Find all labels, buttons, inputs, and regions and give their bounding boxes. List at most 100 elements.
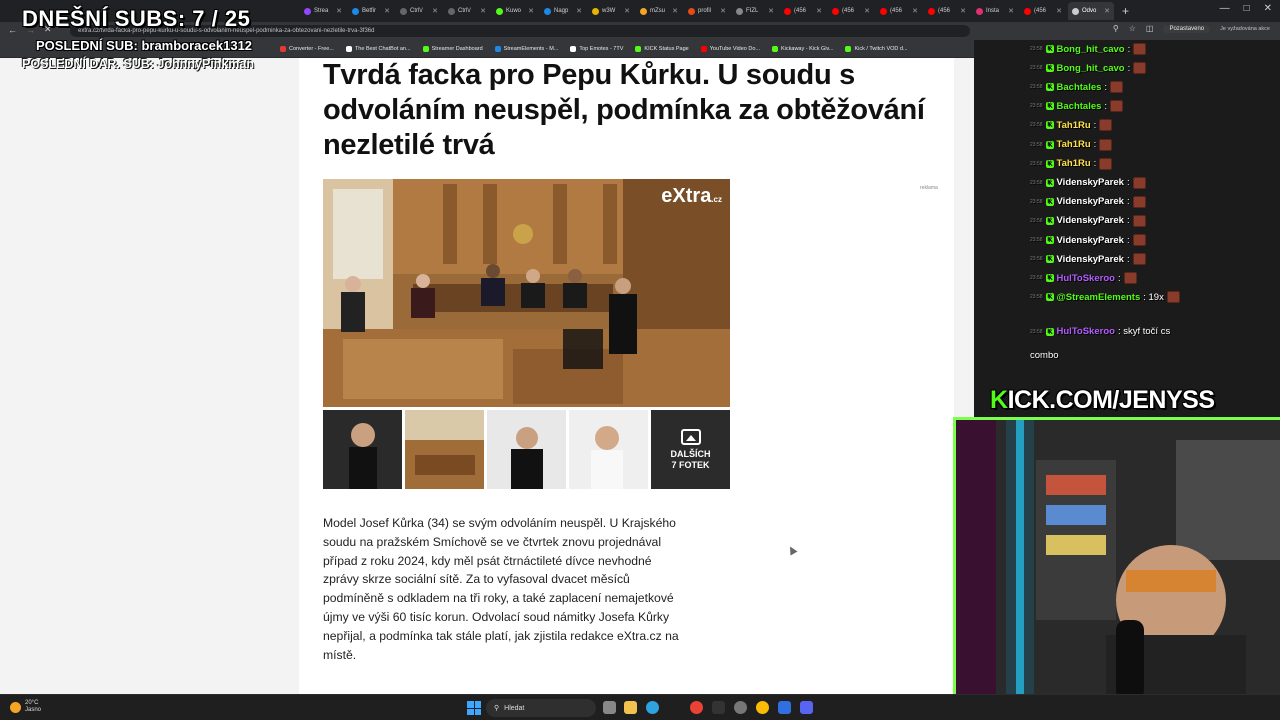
gallery-thumb[interactable] [323, 410, 402, 489]
browser-tab[interactable]: (456 ✕ [828, 2, 874, 20]
tab-close-icon[interactable]: ✕ [672, 7, 678, 15]
back-icon[interactable]: ← [8, 25, 17, 35]
profile-button[interactable]: Pozastaveno [1163, 24, 1211, 33]
tab-close-icon[interactable]: ✕ [1056, 7, 1062, 15]
gallery-thumb[interactable] [569, 410, 648, 489]
tab-close-icon[interactable]: ✕ [432, 7, 438, 15]
chat-username[interactable]: Bong_hit_cavo [1057, 63, 1125, 74]
browser-tab[interactable]: mZsu ✕ [636, 2, 682, 20]
app-icon[interactable] [778, 701, 791, 714]
tab-favicon-icon [400, 7, 407, 15]
edge-icon[interactable] [646, 701, 659, 714]
chat-username[interactable]: Tah1Ru [1057, 139, 1091, 150]
chrome-icon[interactable] [690, 701, 703, 714]
chat-username[interactable]: VidenskyParek [1057, 196, 1124, 207]
sun-icon [10, 701, 21, 713]
bookmark-item[interactable]: Top Emotes - 7TV [570, 45, 623, 52]
article-headline: Tvrdá facka pro Pepu Kůrku. U soudu s od… [323, 59, 925, 161]
tab-close-icon[interactable]: ✕ [336, 7, 342, 15]
gallery-thumb[interactable] [405, 410, 484, 489]
chat-username[interactable]: Bachtales [1057, 82, 1102, 93]
gallery-photo-2 [405, 410, 484, 489]
kick-badge-icon: K [1045, 255, 1054, 264]
windows-start-icon[interactable] [467, 701, 481, 715]
chat-text: : [1126, 177, 1130, 189]
chat-username[interactable]: VidenskyParek [1057, 177, 1124, 188]
chat-username[interactable]: Bong_hit_cavo [1057, 44, 1125, 55]
browser-tab[interactable]: Ctrl\/ ✕ [396, 2, 442, 20]
tab-label: (456 [938, 8, 951, 14]
chat-username[interactable]: VidenskyParek [1057, 235, 1124, 246]
new-tab-button[interactable]: + [1122, 4, 1129, 18]
chat-username[interactable]: Tah1Ru [1057, 120, 1091, 131]
chat-username[interactable]: HulToSkeroo [1057, 326, 1115, 337]
tab-close-icon[interactable]: ✕ [528, 7, 534, 15]
browser-tab[interactable]: (456 ✕ [1020, 2, 1066, 20]
chat-username[interactable]: Bachtales [1057, 101, 1102, 112]
bookmark-item[interactable]: KICK Status Page [635, 45, 689, 52]
browser-tab[interactable]: w3W ✕ [588, 2, 634, 20]
kick-badge-icon: K [1045, 45, 1054, 53]
chat-username[interactable]: HulToSkeroo [1057, 273, 1115, 284]
more-photos-button[interactable]: DALŠÍCH 7 FOTEK [651, 410, 730, 489]
file-explorer-icon[interactable] [624, 701, 637, 714]
bookmark-item[interactable]: Converter - Free... [280, 45, 334, 52]
chat-text: : 19x [1143, 291, 1164, 303]
article-main-photo[interactable]: eXtra.cz [323, 179, 730, 407]
minimize-icon[interactable]: — [1220, 3, 1230, 14]
extensions-icon[interactable]: ◫ [1146, 24, 1154, 33]
close-window-icon[interactable]: ✕ [1264, 3, 1272, 14]
tab-close-icon[interactable]: ✕ [768, 7, 774, 15]
zoom-icon[interactable]: ⚲ [1113, 24, 1119, 33]
chrome-alt-icon[interactable] [756, 701, 769, 714]
chat-username[interactable]: @StreamElements [1057, 292, 1141, 303]
taskbar-search[interactable]: ⚲ Hledat [486, 699, 596, 717]
browser-tab[interactable]: Ctrl\/ ✕ [444, 2, 490, 20]
bookmark-icon [280, 45, 286, 52]
discord-icon[interactable] [800, 701, 813, 714]
bookmark-item[interactable]: The Best ChatBot an... [345, 45, 411, 52]
task-view-icon[interactable] [603, 701, 616, 714]
tab-label: Odvo [1082, 8, 1097, 14]
browser-tab[interactable]: (456 ✕ [876, 2, 922, 20]
browser-tab[interactable]: Betfir ✕ [348, 2, 394, 20]
chat-username[interactable]: Tah1Ru [1057, 158, 1091, 169]
tab-close-icon[interactable]: ✕ [864, 7, 870, 15]
tab-close-icon[interactable]: ✕ [624, 7, 630, 15]
emote-icon [1132, 195, 1146, 208]
weather-widget[interactable]: 20°C Jasno [10, 700, 41, 714]
browser-tab[interactable]: Nagp ✕ [540, 2, 586, 20]
maximize-icon[interactable]: □ [1244, 3, 1250, 14]
gallery-thumb[interactable] [487, 410, 566, 489]
browser-tab[interactable]: Insta ✕ [972, 2, 1018, 20]
browser-tab[interactable]: (456 ✕ [780, 2, 826, 20]
chat-username[interactable]: VidenskyParek [1057, 254, 1124, 265]
tab-close-icon[interactable]: ✕ [816, 7, 822, 15]
tab-close-icon[interactable]: ✕ [912, 7, 918, 15]
browser-tab[interactable]: Odvo ✕ [1068, 2, 1114, 20]
chat-username[interactable]: VidenskyParek [1057, 215, 1124, 226]
chat-message: 23:58 K VidenskyParek: [1030, 176, 1146, 189]
bookmark-item[interactable]: Kick / Twitch VOD d... [845, 45, 908, 52]
tab-close-icon[interactable]: ✕ [1104, 7, 1110, 15]
settings-icon[interactable] [734, 701, 747, 714]
tab-close-icon[interactable]: ✕ [576, 7, 582, 15]
tab-close-icon[interactable]: ✕ [384, 7, 390, 15]
bookmark-item[interactable]: StreamElements - M... [494, 45, 558, 52]
star-icon[interactable]: ☆ [1129, 24, 1136, 33]
emote-icon [1099, 157, 1113, 170]
bookmark-item[interactable]: Streamer Dashboard [422, 45, 483, 52]
bookmark-item[interactable]: Kickaway - Kick Giv... [772, 45, 833, 52]
browser-tab[interactable]: Kuwo ✕ [492, 2, 538, 20]
bookmark-item[interactable]: YouTube Video Do... [700, 45, 760, 52]
browser-tab[interactable]: FIZL ✕ [732, 2, 778, 20]
browser-tab[interactable]: (456 ✕ [924, 2, 970, 20]
tab-close-icon[interactable]: ✕ [960, 7, 966, 15]
chat-timestamp: 23:58 [1030, 103, 1043, 110]
browser-tab[interactable]: Strea ✕ [300, 2, 346, 20]
tab-close-icon[interactable]: ✕ [1008, 7, 1014, 15]
tab-close-icon[interactable]: ✕ [480, 7, 486, 15]
terminal-icon[interactable] [712, 701, 725, 714]
tab-close-icon[interactable]: ✕ [720, 7, 726, 15]
browser-tab[interactable]: profil ✕ [684, 2, 730, 20]
